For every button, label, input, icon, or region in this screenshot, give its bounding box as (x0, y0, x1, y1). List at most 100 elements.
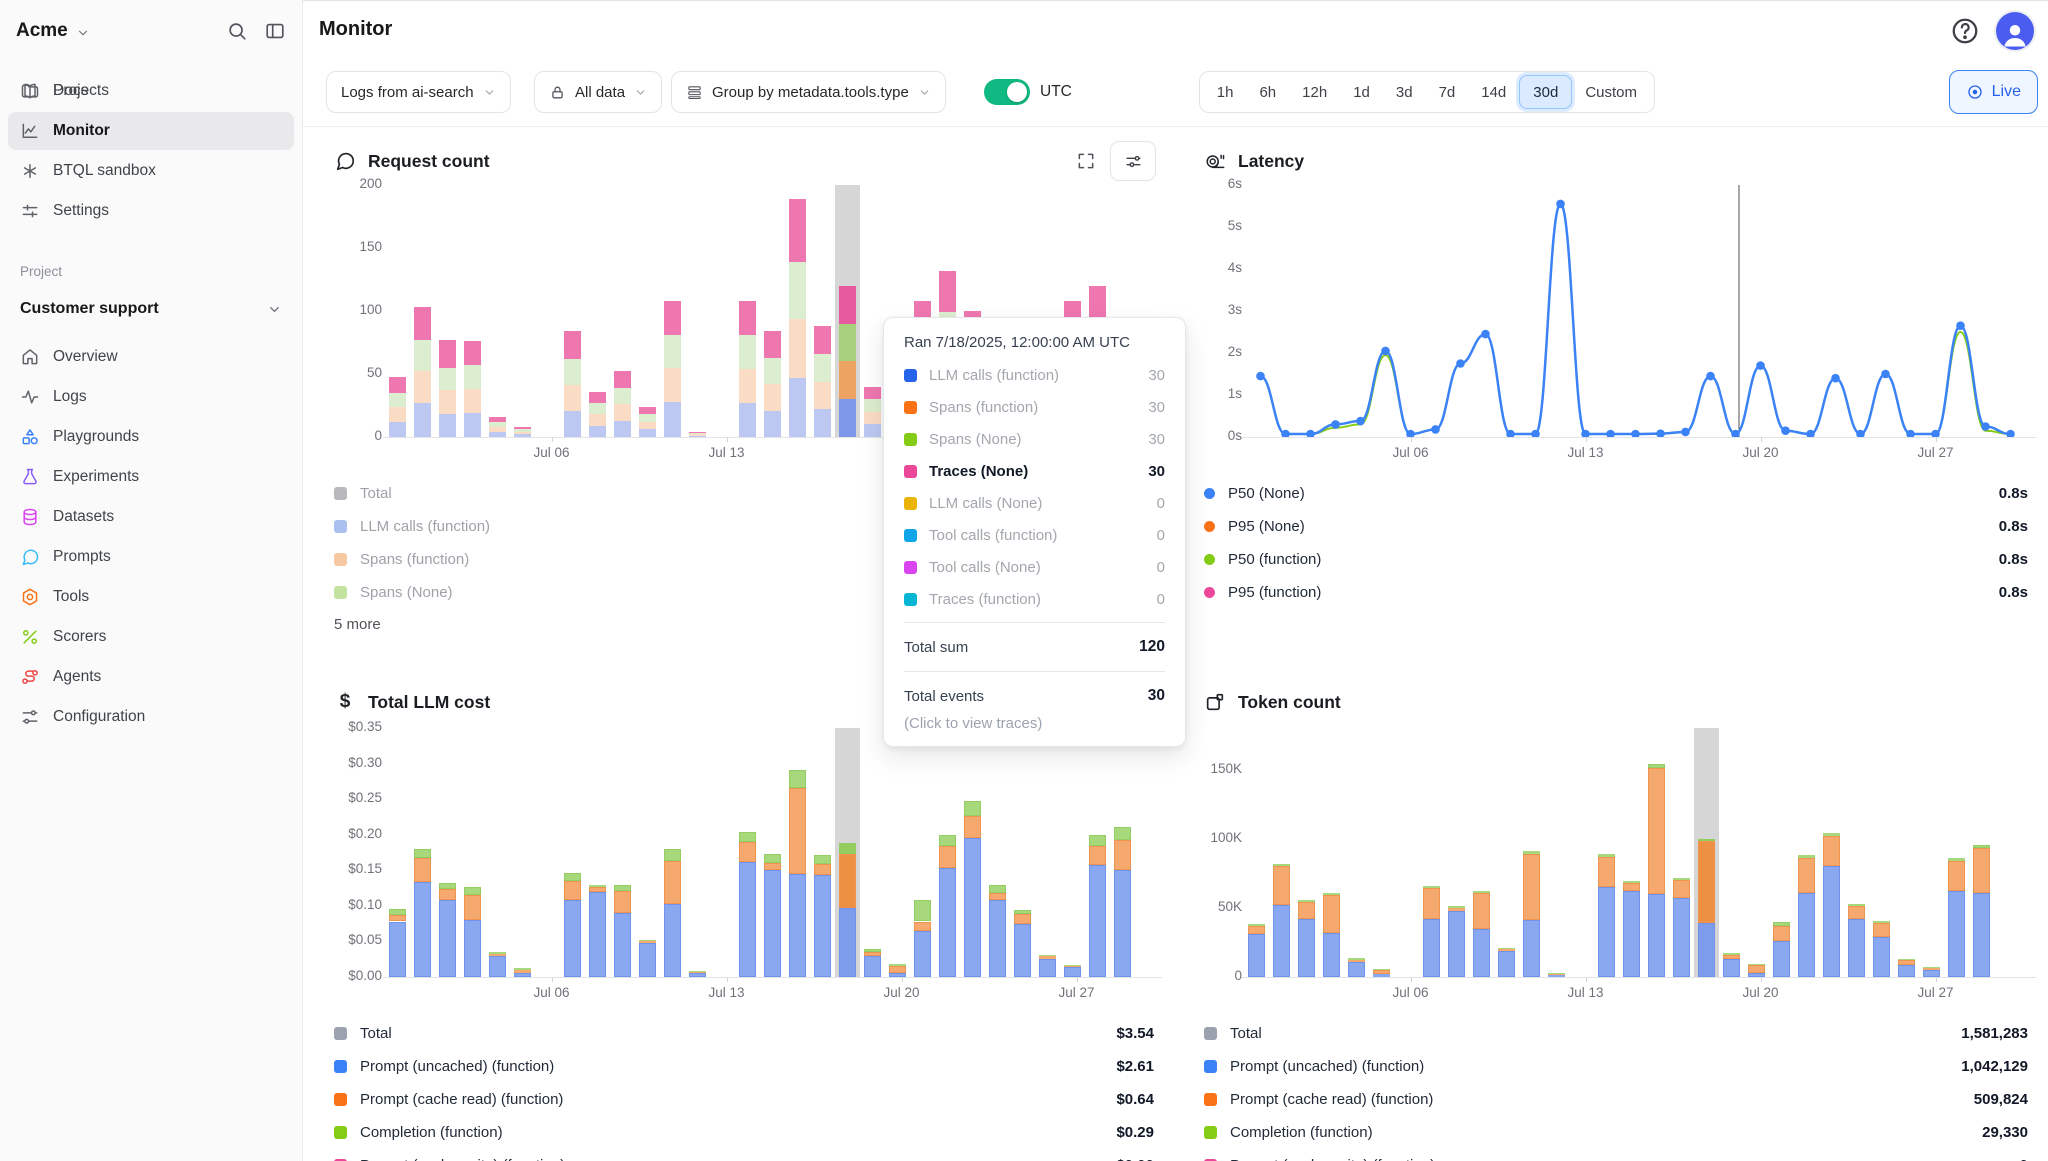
bar-segment[interactable] (439, 414, 456, 437)
bar-segment[interactable] (639, 422, 656, 430)
legend-item[interactable]: Completion (function)$0.29 (334, 1116, 1154, 1149)
bar-segment[interactable] (1848, 906, 1865, 918)
bar-segment[interactable] (1423, 886, 1440, 888)
bar-segment[interactable] (439, 883, 456, 889)
bar-segment[interactable] (739, 403, 756, 437)
bar-segment[interactable] (814, 354, 831, 382)
bar-segment[interactable] (1673, 878, 1690, 880)
bar-segment[interactable] (614, 421, 631, 437)
bar-segment[interactable] (914, 931, 931, 977)
bar-segment[interactable] (1114, 870, 1131, 977)
bar-segment[interactable] (664, 335, 681, 368)
bar-segment[interactable] (664, 904, 681, 977)
bar-segment[interactable] (864, 412, 881, 425)
bar-segment[interactable] (389, 407, 406, 422)
bar-segment[interactable] (564, 359, 581, 385)
bar-segment[interactable] (1873, 923, 1890, 937)
bar-segment[interactable] (1748, 973, 1765, 977)
bar-segment[interactable] (464, 887, 481, 895)
bar-segment[interactable] (1248, 926, 1265, 934)
legend-item[interactable]: P50 (None)0.8s (1204, 477, 2028, 510)
bar-segment[interactable] (639, 943, 656, 977)
search-icon[interactable] (226, 20, 248, 42)
bar-segment[interactable] (1323, 895, 1340, 932)
bar-segment[interactable] (1823, 836, 1840, 866)
data-filter-dropdown[interactable]: All data (534, 71, 662, 113)
bar-segment[interactable] (589, 392, 606, 403)
utc-toggle-switch[interactable] (984, 79, 1030, 105)
legend-item[interactable]: Completion (function)29,330 (1204, 1116, 2028, 1149)
bar-segment[interactable] (814, 382, 831, 410)
bar-segment[interactable] (1973, 848, 1990, 892)
bar-segment[interactable] (1673, 898, 1690, 977)
chart-plot[interactable]: 6s5s4s3s2s1s0sJul 06Jul 13Jul 20Jul 27 (1196, 185, 2038, 467)
bar-segment[interactable] (1948, 861, 1965, 891)
bar-segment[interactable] (1548, 974, 1565, 977)
bar-segment[interactable] (1298, 919, 1315, 977)
legend-item[interactable]: Prompt (cache read) (function)$0.64 (334, 1083, 1154, 1116)
bar-segment[interactable] (1498, 948, 1515, 949)
bar-segment[interactable] (414, 403, 431, 437)
bar-segment[interactable] (1923, 967, 1940, 968)
time-range-12h[interactable]: 12h (1289, 75, 1340, 109)
bar-segment[interactable] (1348, 962, 1365, 977)
bar-segment[interactable] (739, 842, 756, 862)
bar-segment[interactable] (639, 940, 656, 941)
bar-segment[interactable] (1923, 970, 1940, 977)
bar-segment[interactable] (1798, 893, 1815, 977)
bar-segment[interactable] (839, 854, 856, 908)
bar-segment[interactable] (1848, 904, 1865, 906)
bar-segment[interactable] (1114, 827, 1131, 840)
bar-segment[interactable] (1273, 864, 1290, 867)
bar-segment[interactable] (764, 411, 781, 437)
bar-segment[interactable] (864, 952, 881, 956)
bar-segment[interactable] (1823, 866, 1840, 977)
sidebar-toggle-icon[interactable] (264, 20, 286, 42)
bar-segment[interactable] (614, 913, 631, 977)
time-range-7d[interactable]: 7d (1426, 75, 1469, 109)
time-range-14d[interactable]: 14d (1468, 75, 1519, 109)
bar-segment[interactable] (514, 973, 531, 977)
bar-segment[interactable] (589, 426, 606, 437)
bar-segment[interactable] (1623, 891, 1640, 977)
chart-config-button[interactable] (1110, 141, 1156, 181)
bar-segment[interactable] (1064, 967, 1081, 977)
bar-segment[interactable] (1698, 839, 1715, 841)
bar-segment[interactable] (1648, 894, 1665, 977)
bar-segment[interactable] (839, 361, 856, 399)
bar-segment[interactable] (1698, 923, 1715, 977)
bar-segment[interactable] (1648, 768, 1665, 894)
bar-segment[interactable] (739, 832, 756, 842)
bar-segment[interactable] (439, 390, 456, 414)
bar-segment[interactable] (664, 849, 681, 861)
latency-line-chart[interactable] (1248, 185, 2038, 437)
bar-segment[interactable] (789, 874, 806, 977)
bar-segment[interactable] (639, 414, 656, 422)
bar-segment[interactable] (1373, 969, 1390, 970)
bar-segment[interactable] (1848, 919, 1865, 977)
time-range-3d[interactable]: 3d (1383, 75, 1426, 109)
bar-segment[interactable] (1598, 857, 1615, 887)
bar-segment[interactable] (839, 399, 856, 437)
bar-segment[interactable] (814, 855, 831, 864)
bar-segment[interactable] (1723, 955, 1740, 959)
bar-segment[interactable] (1014, 924, 1031, 977)
bar-segment[interactable] (1473, 893, 1490, 929)
bar-segment[interactable] (589, 403, 606, 414)
bar-segment[interactable] (1973, 893, 1990, 977)
bar-segment[interactable] (564, 411, 581, 437)
bar-segment[interactable] (614, 371, 631, 387)
bar-segment[interactable] (414, 340, 431, 372)
expand-icon[interactable] (1076, 151, 1096, 171)
legend-item[interactable]: Prompt (cache write) (function)$0.00 (334, 1149, 1154, 1161)
bar-segment[interactable] (664, 861, 681, 904)
bar-segment[interactable] (414, 858, 431, 882)
legend-item[interactable]: Prompt (uncached) (function)$2.61 (334, 1050, 1154, 1083)
bar-segment[interactable] (1748, 965, 1765, 973)
group-by-dropdown[interactable]: Group by metadata.tools.type (671, 71, 946, 113)
bar-segment[interactable] (1773, 922, 1790, 926)
source-filter-dropdown[interactable]: Logs from ai-search (326, 71, 511, 113)
bar-segment[interactable] (839, 286, 856, 324)
bar-segment[interactable] (914, 900, 931, 921)
bar-segment[interactable] (614, 388, 631, 404)
